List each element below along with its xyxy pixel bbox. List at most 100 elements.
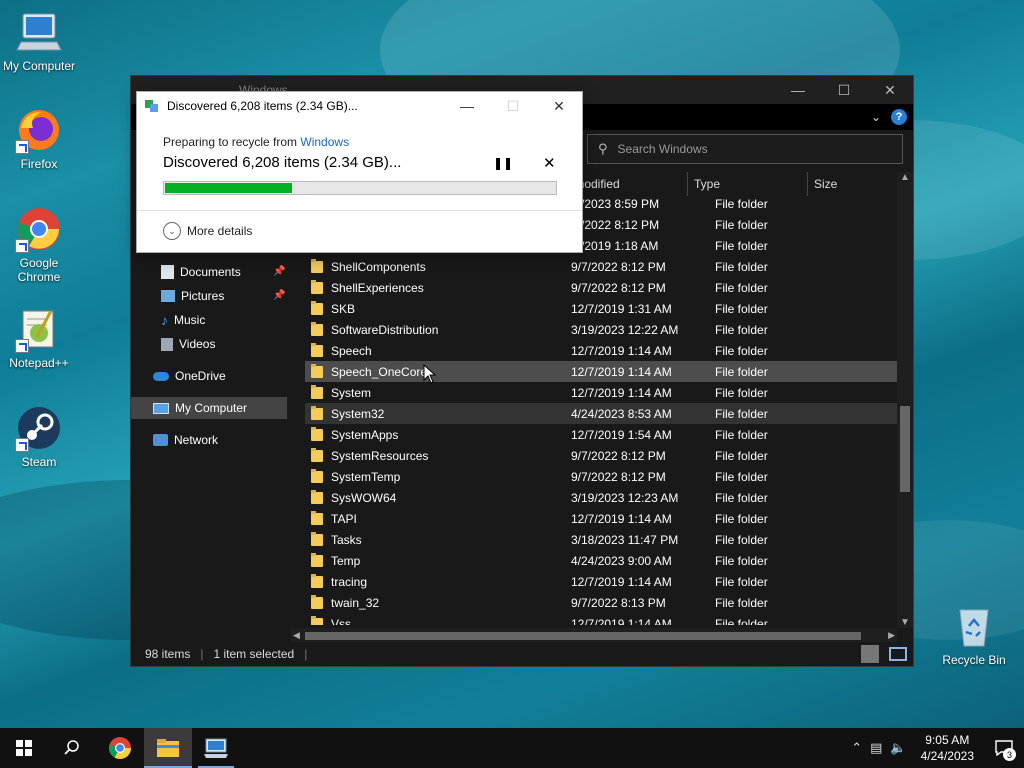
file-type: File folder — [715, 364, 768, 379]
file-date-modified: 4/24/2023 8:53 AM — [571, 406, 672, 421]
clock-time: 9:05 AM — [925, 733, 970, 747]
nav-item-network[interactable]: Network — [153, 429, 218, 451]
desktop-icon-notepadpp[interactable]: Notepad++ — [0, 305, 79, 370]
computer-icon — [153, 402, 169, 414]
chevron-up-icon[interactable]: ⌃ — [847, 740, 866, 756]
cloud-icon — [153, 371, 169, 381]
close-icon[interactable]: ✕ — [536, 92, 582, 120]
file-row[interactable]: SystemTemp 9/7/2022 8:12 PM File folder — [305, 466, 897, 487]
navigation-pane: Documents 📌 Pictures 📌 ♪ Music Videos On… — [131, 254, 289, 634]
file-list[interactable]: /8/2023 8:59 PM File folder/7/2022 8:12 P… — [305, 193, 897, 625]
large-icons-view-icon[interactable] — [889, 647, 907, 661]
folder-icon — [311, 594, 323, 609]
pause-icon[interactable]: ❚❚ — [493, 156, 513, 170]
file-row[interactable]: SysWOW64 3/19/2023 12:23 AM File folder — [305, 487, 897, 508]
file-row[interactable]: SoftwareDistribution 3/19/2023 12:22 AM Fi… — [305, 319, 897, 340]
file-row[interactable]: ShellComponents 9/7/2022 8:12 PM File fold… — [305, 256, 897, 277]
scrollbar-thumb[interactable] — [900, 406, 910, 492]
nav-item-pictures[interactable]: Pictures — [161, 285, 224, 307]
taskbar-computer-app[interactable] — [192, 728, 240, 768]
nav-item-documents[interactable]: Documents — [161, 261, 241, 283]
desktop-icon-firefox[interactable]: Firefox — [0, 106, 79, 171]
file-row[interactable]: System32 4/24/2023 8:53 AM File folder — [305, 403, 897, 424]
desktop-icon-my-computer[interactable]: My Computer — [0, 8, 79, 73]
file-row[interactable]: SystemResources 9/7/2022 8:12 PM File fold… — [305, 445, 897, 466]
file-type: File folder — [715, 427, 768, 442]
desktop-icon-chrome[interactable]: Google Chrome — [0, 205, 79, 284]
file-row[interactable]: System 12/7/2019 1:14 AM File folder — [305, 382, 897, 403]
folder-icon — [311, 258, 323, 273]
desktop-icon-label: Google Chrome — [17, 256, 61, 284]
folder-icon — [311, 489, 323, 504]
nav-item-music[interactable]: ♪ Music — [161, 309, 205, 331]
taskbar-chrome[interactable] — [96, 728, 144, 768]
maximize-icon[interactable]: ☐ — [821, 76, 867, 104]
file-name: Speech_OneCore — [331, 364, 428, 379]
file-name: Vss — [331, 616, 352, 626]
details-view-icon[interactable] — [861, 645, 879, 663]
file-row[interactable]: tracing 12/7/2019 1:14 AM File folder — [305, 571, 897, 592]
scrollbar-thumb[interactable] — [305, 632, 861, 640]
shortcut-arrow-icon — [15, 239, 29, 253]
subtitle-prefix: Preparing to recycle from — [163, 135, 301, 149]
file-row[interactable]: Tasks 3/18/2023 11:47 PM File folder — [305, 529, 897, 550]
file-row[interactable]: Speech 12/7/2019 1:14 AM File folder — [305, 340, 897, 361]
file-date-modified: 3/18/2023 11:47 PM — [571, 532, 679, 547]
nav-item-onedrive[interactable]: OneDrive — [153, 365, 226, 387]
delete-progress-dialog[interactable]: Discovered 6,208 items (2.34 GB)... — ☐ … — [136, 91, 583, 253]
pin-icon[interactable]: 📌 — [273, 266, 285, 277]
file-name: twain_32 — [331, 595, 380, 610]
dialog-subtitle: Preparing to recycle from Windows — [163, 135, 349, 149]
scroll-right-icon[interactable]: ▶ — [888, 630, 895, 641]
folder-icon — [311, 384, 323, 399]
file-type: File folder — [715, 469, 768, 484]
scroll-down-icon[interactable]: ▼ — [900, 617, 910, 628]
minimize-icon[interactable]: — — [444, 92, 490, 120]
file-row[interactable]: Vss 12/7/2019 1:14 AM File folder — [305, 613, 897, 625]
file-name: System — [331, 385, 372, 400]
scroll-up-icon[interactable]: ▲ — [900, 172, 910, 183]
file-row[interactable]: Speech_OneCore 12/7/2019 1:14 AM File fold… — [305, 361, 897, 382]
cancel-icon[interactable]: ✕ — [543, 154, 556, 172]
chevron-down-icon[interactable]: ⌄ — [871, 110, 881, 124]
desktop-icon-recycle-bin[interactable]: Recycle Bin — [934, 602, 1014, 667]
scroll-left-icon[interactable]: ◀ — [293, 630, 300, 641]
search-button[interactable] — [48, 728, 96, 768]
file-date-modified: 12/7/2019 1:14 AM — [571, 385, 672, 400]
clock[interactable]: 9:05 AM 4/24/2023 — [911, 732, 984, 764]
network-icon[interactable]: ▤ — [866, 740, 886, 756]
file-row[interactable]: ShellExperiences 9/7/2022 8:12 PM File fol… — [305, 277, 897, 298]
source-folder-link[interactable]: Windows — [300, 135, 349, 149]
desktop-icon-label: Firefox — [20, 157, 58, 171]
vertical-scrollbar[interactable]: ▲ ▼ — [897, 172, 913, 628]
search-input[interactable]: ⚲ Search Windows — [587, 134, 903, 164]
file-row[interactable]: SKB 12/7/2019 1:31 AM File folder — [305, 298, 897, 319]
taskbar-file-explorer[interactable] — [144, 728, 192, 768]
file-row[interactable]: twain_32 9/7/2022 8:13 PM File folder — [305, 592, 897, 613]
chrome-icon — [108, 737, 131, 759]
documents-icon — [161, 265, 174, 279]
file-row[interactable]: SystemApps 12/7/2019 1:54 AM File folder — [305, 424, 897, 445]
more-details-button[interactable]: ⌄ More details — [163, 222, 252, 240]
file-name: TAPI — [331, 511, 357, 526]
minimize-icon[interactable]: — — [775, 76, 821, 104]
close-icon[interactable]: ✕ — [867, 76, 913, 104]
file-row[interactable]: TAPI 12/7/2019 1:14 AM File folder — [305, 508, 897, 529]
start-button[interactable] — [0, 728, 48, 768]
recycle-progress-icon — [145, 100, 159, 112]
recycle-bin-icon — [950, 602, 998, 650]
volume-icon[interactable]: 🔈 — [886, 740, 910, 756]
desktop-icon-steam[interactable]: Steam — [0, 404, 79, 469]
network-icon — [153, 434, 168, 446]
file-type: File folder — [715, 553, 768, 568]
notification-center-button[interactable]: 3 — [984, 728, 1024, 768]
nav-item-videos[interactable]: Videos — [161, 333, 215, 355]
desktop-icon-label: Notepad++ — [9, 356, 69, 370]
folder-icon — [157, 739, 179, 757]
file-row[interactable]: Temp 4/24/2023 9:00 AM File folder — [305, 550, 897, 571]
help-icon[interactable]: ? — [891, 109, 907, 125]
pin-icon[interactable]: 📌 — [273, 290, 285, 301]
nav-item-my-computer[interactable]: My Computer — [131, 397, 287, 419]
dialog-title-bar[interactable]: Discovered 6,208 items (2.34 GB)... — ☐ … — [137, 92, 582, 120]
file-name: ShellComponents — [331, 259, 426, 274]
